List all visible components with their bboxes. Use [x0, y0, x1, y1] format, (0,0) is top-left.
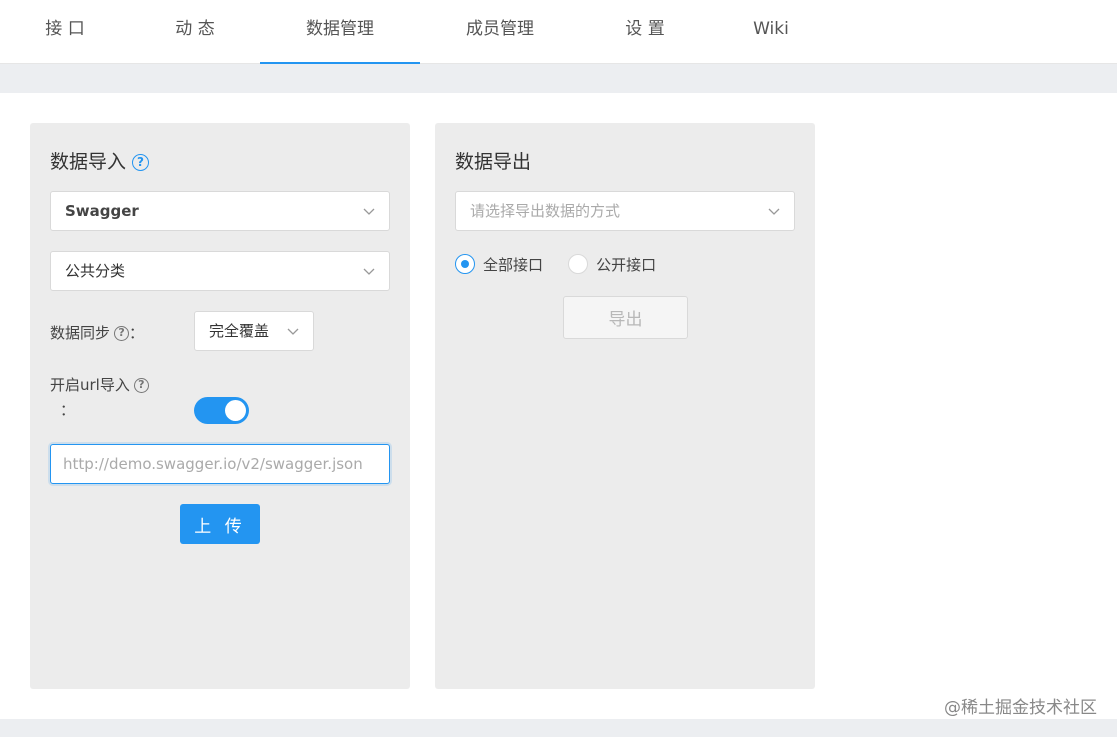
radio-unchecked-icon — [568, 254, 589, 274]
toggle-knob — [225, 400, 246, 421]
url-import-toggle[interactable] — [194, 397, 249, 424]
content-bottom-band — [0, 719, 1117, 737]
help-icon[interactable]: ? — [133, 378, 149, 393]
chevron-down-icon — [287, 312, 299, 350]
sync-colon: ： — [129, 324, 145, 342]
tab-interface[interactable]: 接 口 — [30, 0, 100, 64]
import-type-value: Swagger — [65, 202, 139, 220]
top-nav: 接 口 动 态 数据管理 成员管理 设 置 Wiki — [0, 0, 1117, 64]
help-icon[interactable]: ? — [114, 326, 130, 341]
url-input[interactable] — [50, 444, 390, 484]
radio-all-interfaces[interactable]: 全部接口 — [455, 254, 543, 275]
tab-activity[interactable]: 动 态 — [160, 0, 230, 64]
tab-wiki[interactable]: Wiki — [730, 0, 812, 64]
tab-member-management[interactable]: 成员管理 — [430, 0, 570, 64]
radio-public-label: 公开接口 — [596, 256, 657, 274]
import-type-select[interactable]: Swagger — [50, 191, 390, 231]
radio-all-label: 全部接口 — [483, 256, 544, 274]
export-scope-radio-group: 全部接口 公开接口 — [455, 254, 676, 275]
sync-mode-select[interactable]: 完全覆盖 — [194, 311, 314, 351]
radio-public-interfaces[interactable]: 公开接口 — [568, 254, 656, 275]
export-method-placeholder: 请选择导出数据的方式 — [470, 202, 621, 220]
help-icon[interactable]: ? — [132, 154, 150, 171]
radio-checked-icon — [455, 254, 475, 274]
import-panel: 数据导入? Swagger 公共分类 数据同步?： 完全覆盖 开启url导入? … — [30, 123, 410, 689]
url-import-colon: ： — [60, 401, 76, 419]
url-import-label: 开启url导入? — [50, 374, 149, 395]
chevron-down-icon — [363, 252, 375, 290]
chevron-down-icon — [363, 192, 375, 230]
category-value: 公共分类 — [65, 262, 126, 280]
import-title-text: 数据导入 — [50, 151, 127, 173]
sync-mode-value: 完全覆盖 — [209, 322, 270, 340]
category-select[interactable]: 公共分类 — [50, 251, 390, 291]
upload-button[interactable]: 上 传 — [180, 504, 260, 544]
sync-label-text: 数据同步 — [50, 324, 111, 342]
url-import-label-text: 开启url导入 — [50, 376, 130, 394]
sync-label: 数据同步?： — [50, 322, 144, 343]
content-top-band — [0, 64, 1117, 93]
watermark: @稀土掘金技术社区 — [944, 698, 1097, 718]
export-panel: 数据导出 请选择导出数据的方式 全部接口 公开接口 导出 — [435, 123, 815, 689]
export-method-select[interactable]: 请选择导出数据的方式 — [455, 191, 795, 231]
export-button[interactable]: 导出 — [563, 296, 688, 339]
export-title: 数据导出 — [455, 151, 532, 173]
chevron-down-icon — [768, 192, 780, 230]
import-title: 数据导入? — [50, 147, 150, 174]
tab-data-management[interactable]: 数据管理 — [260, 0, 420, 64]
tab-settings[interactable]: 设 置 — [600, 0, 690, 64]
